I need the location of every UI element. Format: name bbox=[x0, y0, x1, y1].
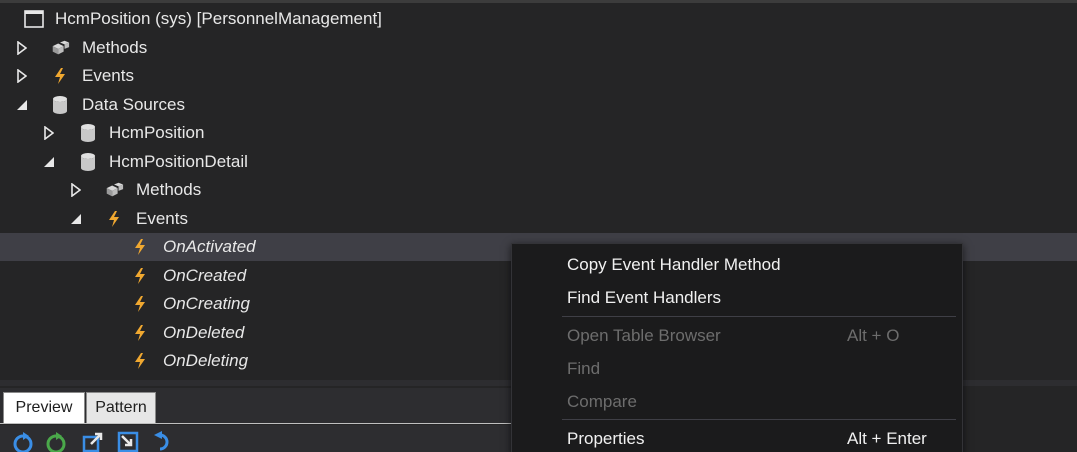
tree-node-label: OnCreating bbox=[163, 294, 250, 313]
tree-node-hcmposition[interactable]: HcmPosition bbox=[0, 119, 1077, 147]
tab-pattern[interactable]: Pattern bbox=[86, 392, 156, 424]
menu-item-shortcut: Alt + O bbox=[847, 326, 900, 345]
refresh-icon[interactable] bbox=[12, 431, 34, 452]
sync-icon[interactable] bbox=[45, 431, 67, 452]
event-icon bbox=[130, 266, 150, 286]
collapse-arrow-icon[interactable] bbox=[15, 98, 29, 112]
event-icon bbox=[50, 66, 70, 86]
event-icon bbox=[130, 351, 150, 371]
tree-root-label: HcmPosition (sys) [PersonnelManagement] bbox=[55, 9, 382, 28]
tree-node-label: Methods bbox=[82, 38, 148, 57]
menu-item-find[interactable]: Find bbox=[512, 354, 962, 384]
tree-node-label: HcmPosition bbox=[109, 123, 205, 142]
menu-item-label: Find bbox=[567, 359, 601, 378]
datasource-icon bbox=[78, 152, 98, 172]
menu-item-shortcut: Alt + Enter bbox=[847, 429, 927, 448]
tree-node-label: OnDeleting bbox=[163, 351, 249, 370]
menu-item-properties[interactable]: Properties Alt + Enter bbox=[512, 424, 962, 452]
event-icon bbox=[104, 209, 124, 229]
context-menu: Copy Event Handler Method Find Event Han… bbox=[511, 243, 963, 452]
menu-item-label: Find Event Handlers bbox=[567, 288, 722, 307]
expand-arrow-icon[interactable] bbox=[15, 69, 29, 83]
collapse-to-icon[interactable] bbox=[117, 431, 139, 452]
tree-node-label: Events bbox=[136, 209, 188, 228]
tree-node-label: OnDeleted bbox=[163, 323, 245, 342]
menu-item-find-event-handlers[interactable]: Find Event Handlers bbox=[512, 283, 962, 313]
tab-preview[interactable]: Preview bbox=[3, 392, 85, 424]
open-external-icon[interactable] bbox=[82, 431, 104, 452]
top-border bbox=[0, 0, 1077, 3]
preview-tab-strip: Preview Pattern bbox=[0, 388, 520, 424]
tree-node-label: Methods bbox=[136, 180, 202, 199]
designer-window: HcmPosition (sys) [PersonnelManagement] … bbox=[0, 0, 1077, 452]
menu-item-label: Properties bbox=[567, 429, 645, 448]
menu-separator bbox=[562, 316, 956, 317]
form-icon bbox=[24, 9, 44, 29]
methods-icon bbox=[104, 180, 124, 200]
tree-node-hcmpositiondetail[interactable]: HcmPositionDetail bbox=[0, 148, 1077, 176]
menu-item-open-table-browser[interactable]: Open Table Browser Alt + O bbox=[512, 321, 962, 351]
menu-item-label: Open Table Browser bbox=[567, 326, 721, 345]
collapse-arrow-icon[interactable] bbox=[42, 155, 56, 169]
datasource-icon bbox=[50, 95, 70, 115]
expand-arrow-icon[interactable] bbox=[69, 183, 83, 197]
tree-node-methods[interactable]: Methods bbox=[0, 176, 1077, 204]
tab-divider bbox=[0, 423, 520, 424]
expand-arrow-icon[interactable] bbox=[15, 41, 29, 55]
tree-node-events[interactable]: Events bbox=[0, 205, 1077, 233]
tab-label: Preview bbox=[15, 399, 73, 416]
event-icon bbox=[130, 323, 150, 343]
menu-item-label: Compare bbox=[567, 392, 637, 411]
menu-item-label: Copy Event Handler Method bbox=[567, 255, 781, 274]
tree-node-label: OnActivated bbox=[163, 237, 256, 256]
menu-separator bbox=[562, 419, 956, 420]
tree-root-node[interactable]: HcmPosition (sys) [PersonnelManagement] bbox=[0, 5, 1077, 33]
event-icon bbox=[130, 294, 150, 314]
tree-node-label: Events bbox=[82, 66, 134, 85]
methods-icon bbox=[50, 38, 70, 58]
menu-item-compare[interactable]: Compare bbox=[512, 387, 962, 417]
tree-node-events[interactable]: Events bbox=[0, 62, 1077, 90]
tree-node-label: OnCreated bbox=[163, 266, 247, 285]
tree-node-label: HcmPositionDetail bbox=[109, 152, 248, 171]
menu-item-copy-event-handler-method[interactable]: Copy Event Handler Method bbox=[512, 250, 962, 280]
tree-node-data-sources[interactable]: Data Sources bbox=[0, 91, 1077, 119]
undo-icon[interactable] bbox=[153, 431, 175, 452]
expand-arrow-icon[interactable] bbox=[42, 126, 56, 140]
tab-label: Pattern bbox=[95, 399, 147, 416]
collapse-arrow-icon[interactable] bbox=[69, 212, 83, 226]
event-icon bbox=[130, 237, 150, 257]
preview-toolbar bbox=[0, 425, 520, 452]
tree-node-methods[interactable]: Methods bbox=[0, 34, 1077, 62]
datasource-icon bbox=[78, 123, 98, 143]
tree-node-label: Data Sources bbox=[82, 95, 185, 114]
